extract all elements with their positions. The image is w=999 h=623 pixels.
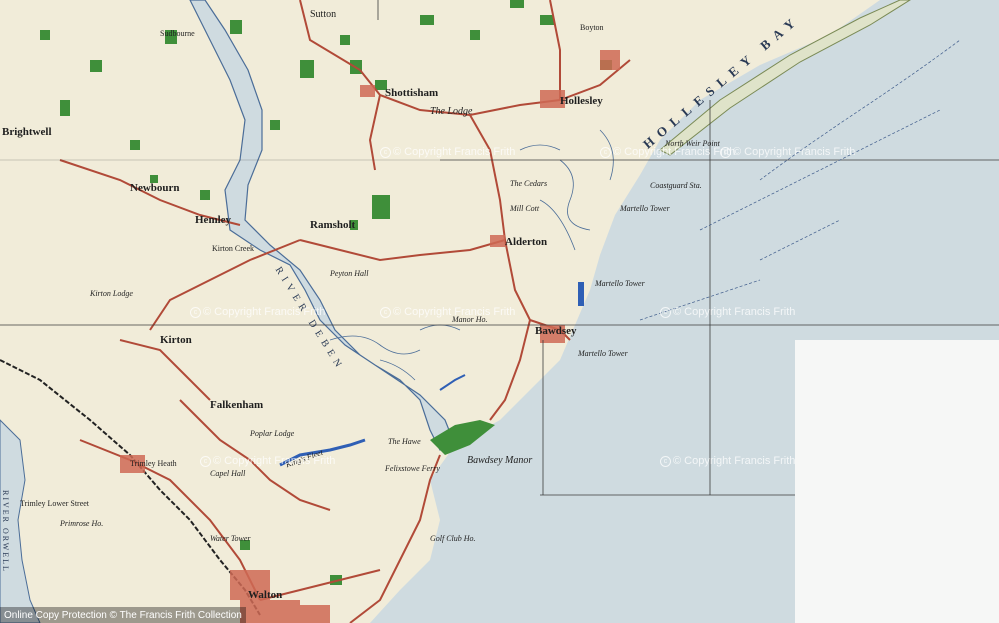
label-sutton: Sutton <box>310 9 337 20</box>
label-hollesley: Hollesley <box>560 95 603 107</box>
label-bawdsey-manor: Bawdsey Manor <box>467 455 533 466</box>
watermark: c © Copyright Francis Frith <box>600 146 735 158</box>
label-felixstowe-ferry: Felixstowe Ferry <box>385 464 440 473</box>
map-edge <box>795 340 999 623</box>
label-golf-club-ho: Golf Club Ho. <box>430 534 476 543</box>
copyright-footer: Online Copy Protection © The Francis Fri… <box>0 607 246 623</box>
label-newbourn: Newbourn <box>130 182 180 194</box>
label-primrose-ho: Primrose Ho. <box>60 519 104 528</box>
label-the-cedars: The Cedars <box>510 179 548 188</box>
label-martello-tower-1: Martello Tower <box>595 279 645 288</box>
label-bawdsey: Bawdsey <box>535 325 577 337</box>
label-the-hawe: The Hawe <box>388 437 421 446</box>
label-capel-hall: Capel Hall <box>210 469 246 478</box>
label-trimley-lower-street: Trimley Lower Street <box>20 499 90 508</box>
map-canvas[interactable]: Sutton Shottisham The Lodge Hollesley Su… <box>0 0 999 623</box>
label-sudbourne: Sudbourne <box>160 29 195 38</box>
label-martello-tower-3: Martello Tower <box>620 204 670 213</box>
label-kirton-creek: Kirton Creek <box>212 244 254 253</box>
label-alderton: Alderton <box>505 236 548 248</box>
watermark: c © Copyright Francis Frith <box>720 146 855 158</box>
label-walton: Walton <box>248 589 283 601</box>
label-coastguard-sta: Coastguard Sta. <box>650 181 702 190</box>
watermark: c © Copyright Francis Frith <box>660 306 795 318</box>
watermark: c © Copyright Francis Frith <box>200 455 335 467</box>
watermark: c © Copyright Francis Frith <box>190 306 325 318</box>
label-boyton: Boyton <box>580 23 604 32</box>
label-brightwell: Brightwell <box>2 126 52 138</box>
label-peyton-hall: Peyton Hall <box>330 269 369 278</box>
label-the-lodge: The Lodge <box>430 106 473 117</box>
label-poplar-lodge: Poplar Lodge <box>250 429 295 438</box>
label-kirton-lodge: Kirton Lodge <box>90 289 133 298</box>
label-river-orwell: RIVER ORWELL <box>1 490 10 573</box>
label-ramsholt: Ramsholt <box>310 219 356 231</box>
label-hemley: Hemley <box>195 214 232 226</box>
label-kirton: Kirton <box>160 334 192 346</box>
label-mill-cott: Mill Cott <box>510 204 540 213</box>
label-martello-tower-2: Martello Tower <box>578 349 628 358</box>
label-falkenham: Falkenham <box>210 399 264 411</box>
watermark: c © Copyright Francis Frith <box>380 306 515 318</box>
label-shottisham: Shottisham <box>385 87 439 99</box>
watermark: c © Copyright Francis Frith <box>380 146 515 158</box>
label-trimley-heath: Trimley Heath <box>130 459 177 468</box>
watermark: c © Copyright Francis Frith <box>660 455 795 467</box>
label-water-tower: Water Tower <box>210 534 251 543</box>
